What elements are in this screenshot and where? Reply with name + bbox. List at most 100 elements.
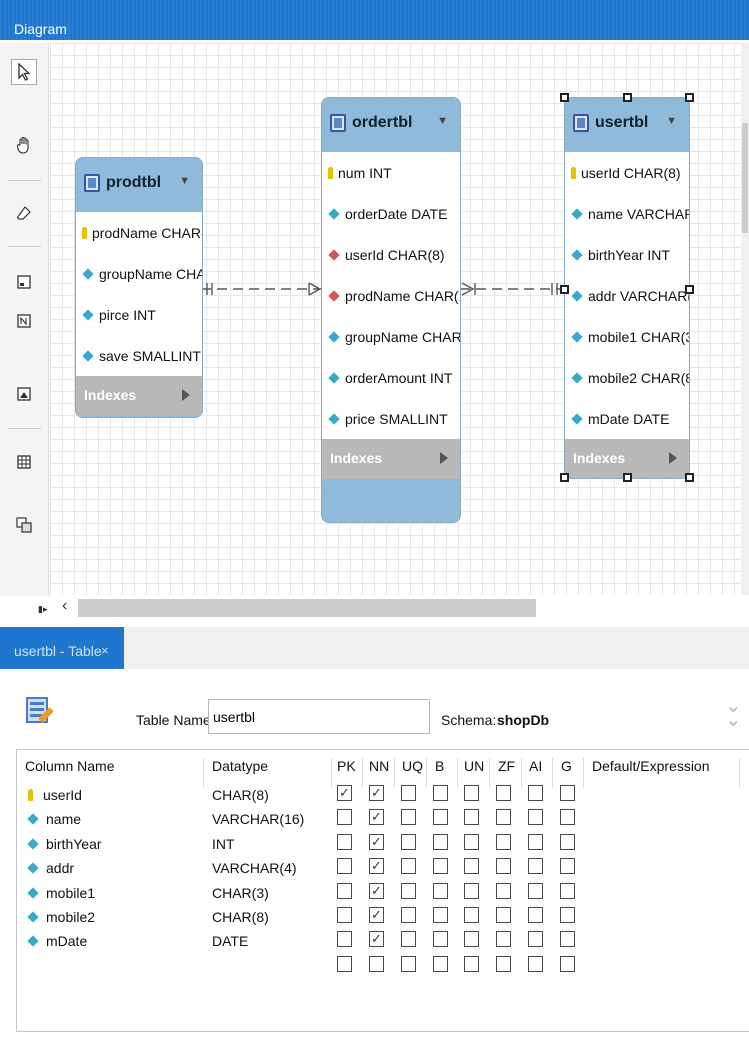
g-checkbox[interactable] [560,931,575,948]
scrollbar-thumb[interactable] [742,123,748,233]
tab-usertbl-table[interactable]: usertbl - Table × [0,627,124,669]
uq-checkbox[interactable] [401,785,416,801]
uq-checkbox[interactable] [401,907,416,923]
header-column-name[interactable]: Column Name [25,758,114,774]
g-checkbox[interactable] [560,785,575,801]
pk-checkbox[interactable] [337,882,352,899]
table-row[interactable]: userId CHAR(8) [17,781,749,805]
header-default-expression[interactable]: Default/Expression [592,758,710,774]
zf-checkbox[interactable] [496,955,511,972]
zf-checkbox[interactable] [496,833,511,850]
nn-checkbox[interactable] [369,907,384,923]
entity-column[interactable]: birthYear INT [565,234,689,275]
entity-column[interactable]: groupName CHAR(... [322,316,460,357]
collapse-chevron-icon[interactable]: ⌄ ⌄ [725,696,742,730]
table-row[interactable]: name VARCHAR(16) [17,805,749,829]
uq-checkbox[interactable] [401,833,416,850]
ai-checkbox[interactable] [528,955,543,972]
pk-checkbox[interactable] [337,858,352,875]
datatype-cell[interactable]: CHAR(3) [212,885,269,901]
layer-tool-icon[interactable] [11,269,37,295]
g-checkbox[interactable] [560,882,575,899]
header-zf[interactable]: ZF [498,758,515,774]
image-tool-icon[interactable] [11,381,37,407]
header-ai[interactable]: AI [529,758,542,774]
resize-handle[interactable] [685,93,694,102]
entity-ordertbl[interactable]: ordertbl ▼ num INT orderDate DATE userId… [321,97,461,523]
entity-column[interactable]: num INT [322,152,460,193]
nn-checkbox[interactable] [369,833,384,850]
pk-checkbox[interactable] [337,907,352,923]
entity-column[interactable]: userId CHAR(8) [565,152,689,193]
column-name-cell[interactable]: birthYear [25,836,102,852]
note-tool-icon[interactable] [11,308,37,334]
entity-column[interactable]: name VARCHAR(16) [565,193,689,234]
resize-handle[interactable] [560,473,569,482]
g-checkbox[interactable] [560,955,575,972]
table-row-new[interactable] [17,952,749,976]
entity-column[interactable]: mobile2 CHAR(8) [565,357,689,398]
ai-checkbox[interactable] [528,833,543,850]
datatype-cell[interactable]: INT [212,836,235,852]
header-nn[interactable]: NN [369,758,389,774]
table-row[interactable]: birthYear INT [17,830,749,854]
ai-checkbox[interactable] [528,785,543,801]
b-checkbox[interactable] [433,955,448,972]
zf-checkbox[interactable] [496,858,511,875]
header-b[interactable]: B [435,758,444,774]
ai-checkbox[interactable] [528,858,543,875]
pk-checkbox[interactable] [337,833,352,850]
header-uq[interactable]: UQ [402,758,423,774]
entity-column[interactable]: userId CHAR(8) [322,234,460,275]
g-checkbox[interactable] [560,809,575,826]
uq-checkbox[interactable] [401,955,416,972]
nn-checkbox[interactable] [369,955,384,972]
zf-checkbox[interactable] [496,882,511,899]
pk-checkbox[interactable] [337,785,352,801]
ai-checkbox[interactable] [528,809,543,826]
ai-checkbox[interactable] [528,907,543,923]
collapse-arrow-icon[interactable]: ▼ [179,175,190,187]
zf-checkbox[interactable] [496,785,511,801]
collapse-arrow-icon[interactable]: ▼ [666,115,677,127]
zoom-toggle-icon[interactable]: ▮▸ [38,604,47,615]
resize-handle[interactable] [560,93,569,102]
b-checkbox[interactable] [433,809,448,826]
pk-checkbox[interactable] [337,931,352,948]
expand-arrow-icon[interactable] [440,452,448,464]
header-un[interactable]: UN [464,758,484,774]
uq-checkbox[interactable] [401,858,416,875]
g-checkbox[interactable] [560,907,575,923]
table-row[interactable]: mobile2 CHAR(8) [17,903,749,927]
b-checkbox[interactable] [433,785,448,801]
resize-handle[interactable] [685,473,694,482]
scrollbar-thumb[interactable] [78,599,536,617]
column-name-cell[interactable]: name [25,811,81,827]
uq-checkbox[interactable] [401,882,416,899]
header-datatype[interactable]: Datatype [212,758,268,774]
expand-arrow-icon[interactable] [182,389,190,401]
zf-checkbox[interactable] [496,931,511,948]
entity-column[interactable]: prodName CHAR(1... [322,275,460,316]
un-checkbox[interactable] [464,907,479,923]
b-checkbox[interactable] [433,931,448,948]
datatype-cell[interactable]: CHAR(8) [212,909,269,925]
table-row[interactable]: addr VARCHAR(4) [17,854,749,878]
un-checkbox[interactable] [464,785,479,801]
nn-checkbox[interactable] [369,809,384,826]
resize-handle[interactable] [623,93,632,102]
resize-handle[interactable] [685,285,694,294]
un-checkbox[interactable] [464,882,479,899]
pointer-tool-icon[interactable] [11,59,37,85]
close-icon[interactable]: × [101,643,109,658]
uq-checkbox[interactable] [401,931,416,948]
entity-column[interactable]: price SMALLINT [322,398,460,439]
nn-checkbox[interactable] [369,785,384,801]
column-name-cell[interactable]: userId [25,787,82,803]
entity-column[interactable]: orderAmount INT [322,357,460,398]
header-pk[interactable]: PK [337,758,356,774]
entity-column[interactable]: mDate DATE [565,398,689,439]
pk-checkbox[interactable] [337,955,352,972]
entity-column[interactable]: pirce INT [76,294,202,335]
scroll-left-icon[interactable]: ‹ [62,597,67,615]
